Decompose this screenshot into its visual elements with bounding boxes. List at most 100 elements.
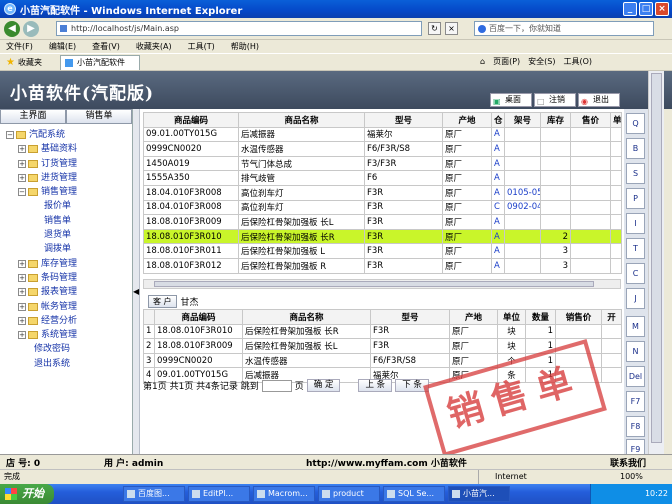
refresh-icon[interactable]: ↻ (428, 22, 441, 35)
forward-button[interactable]: ▶ (23, 20, 39, 37)
col-code[interactable]: 商品编码 (154, 309, 243, 325)
col-name[interactable]: 商品名称 (238, 112, 365, 128)
prev-button[interactable]: 上 条 (358, 379, 393, 392)
close-button[interactable]: × (655, 2, 669, 16)
tool-page[interactable]: 页面(P) (493, 56, 520, 67)
col-unit[interactable]: 单位 (497, 309, 526, 325)
table-row[interactable]: 1450A019 节气门体总成 F3/F3R 原厂 A (143, 155, 622, 172)
col-name[interactable]: 商品名称 (242, 309, 371, 325)
sidebar-item-basic[interactable]: 基础资料 (41, 142, 77, 156)
tool-safety[interactable]: 安全(S) (528, 56, 555, 67)
col-extra[interactable]: 开 (601, 309, 622, 325)
col-origin[interactable]: 产地 (442, 112, 492, 128)
sidebar-item-sales-order[interactable]: 销售单 (44, 214, 71, 228)
shortcut-key[interactable]: N (626, 341, 645, 362)
sidebar-item-system[interactable]: 系统管理 (41, 328, 77, 342)
col-code[interactable]: 商品编码 (143, 112, 239, 128)
taskbar-item[interactable]: 百度图... (123, 486, 185, 502)
sidebar-item-exit[interactable]: 退出系统 (34, 357, 70, 371)
minimize-button[interactable]: _ (623, 2, 637, 16)
col-origin[interactable]: 产地 (449, 309, 498, 325)
col-model[interactable]: 型号 (364, 112, 443, 128)
sidebar-item-transfer[interactable]: 调拨单 (44, 242, 71, 256)
scrollbar-thumb[interactable] (154, 281, 594, 287)
contact-link[interactable]: 联系我们 (610, 456, 646, 469)
shortcut-key[interactable]: J (626, 288, 645, 309)
table-row[interactable]: 18.04.010F3R008 高位刹车灯 F3R 原厂 C 0902-04 (143, 199, 622, 216)
tab-sales-order[interactable]: 销售单 (66, 109, 132, 124)
col-sale-price[interactable]: 销售价 (555, 309, 602, 325)
menu-favorites[interactable]: 收藏夹(A) (136, 41, 172, 52)
confirm-button[interactable]: 确 定 (306, 379, 341, 392)
table-row[interactable]: 0999CN0020 水温传感器 F6/F3R/S8 原厂 A (143, 141, 622, 157)
search-input[interactable]: 百度一下，你就知道 (474, 21, 654, 36)
horizontal-scrollbar[interactable] (143, 279, 621, 289)
shortcut-key[interactable]: C (626, 263, 645, 284)
zoom-level[interactable]: 100% (606, 470, 643, 484)
expand-icon[interactable]: + (18, 174, 26, 183)
start-button[interactable]: 开始 (0, 484, 54, 504)
vscroll-thumb[interactable] (651, 73, 662, 443)
page-jump-input[interactable] (261, 379, 292, 392)
shortcut-key[interactable]: S (626, 163, 645, 184)
expand-icon[interactable]: + (18, 145, 26, 154)
shortcut-key[interactable]: F7 (626, 391, 645, 412)
tree-root[interactable]: 汽配系统 (29, 128, 65, 142)
shortcut-key[interactable]: I (626, 213, 645, 234)
expand-icon[interactable]: + (18, 259, 26, 268)
taskbar-item[interactable]: Macrom... (253, 486, 315, 502)
collapse-arrow-icon[interactable]: ◀ (133, 287, 139, 296)
collapse-icon[interactable]: − (6, 131, 14, 140)
sidebar-splitter[interactable]: ◀ (133, 109, 140, 454)
sidebar-item-return[interactable]: 退货单 (44, 228, 71, 242)
expand-icon[interactable]: + (18, 288, 26, 297)
customer-button[interactable]: 客 户 (148, 295, 177, 308)
vertical-scrollbar[interactable] (648, 71, 664, 454)
col-unit[interactable]: 单 (610, 112, 622, 128)
shortcut-key[interactable]: M (626, 316, 645, 337)
table-row[interactable]: 1555A350 排气歧管 F6 原厂 A (143, 170, 622, 186)
sidebar-item-quote[interactable]: 报价单 (44, 199, 71, 213)
shortcut-key[interactable]: Del (626, 366, 645, 387)
site-link[interactable]: http://www.myffam.com 小苗软件 (306, 456, 467, 469)
menu-file[interactable]: 文件(F) (6, 41, 33, 52)
taskbar-item[interactable]: product (318, 486, 380, 502)
taskbar-item[interactable]: 小苗汽... (448, 486, 510, 502)
table-row[interactable]: 18.08.010F3R011 后保险杠骨架加强板 L F3R 原厂 A 3 (143, 243, 622, 259)
sidebar-item-stock[interactable]: 库存管理 (41, 257, 77, 271)
maximize-button[interactable]: □ (639, 2, 653, 16)
stop-icon[interactable]: × (445, 22, 458, 35)
sidebar-item-analysis[interactable]: 经营分析 (41, 314, 77, 328)
col-shelf[interactable]: 架号 (504, 112, 541, 128)
menu-tools[interactable]: 工具(T) (188, 41, 215, 52)
sidebar-item-order[interactable]: 订货管理 (41, 157, 77, 171)
back-button[interactable]: ◀ (4, 20, 20, 37)
taskbar-item[interactable]: SQL Se... (383, 486, 445, 502)
col-model[interactable]: 型号 (370, 309, 450, 325)
sidebar-item-accounts[interactable]: 帐务管理 (41, 300, 77, 314)
exit-button[interactable]: ◉ 退出 (578, 93, 620, 107)
menu-edit[interactable]: 编辑(E) (49, 41, 76, 52)
sidebar-item-report[interactable]: 报表管理 (41, 285, 77, 299)
sidebar-item-purchase[interactable]: 进货管理 (41, 171, 77, 185)
shortcut-key[interactable]: T (626, 238, 645, 259)
table-row[interactable]: 1 18.08.010F3R010 后保险杠骨架加强板 长R F3R 原厂块 1 (143, 323, 622, 340)
expand-icon[interactable]: + (18, 317, 26, 325)
expand-icon[interactable]: + (18, 274, 26, 283)
col-price[interactable]: 售价 (570, 112, 611, 128)
menu-view[interactable]: 查看(V) (92, 41, 120, 52)
table-row[interactable]: 09.01.00TY015G 后减振器 福莱尔 原厂 A (143, 126, 622, 143)
tool-tools[interactable]: 工具(O) (563, 56, 592, 67)
table-row[interactable]: 18.08.010F3R009 后保险杠骨架加强板 长L F3R 原厂 A (143, 214, 622, 230)
menu-help[interactable]: 帮助(H) (231, 41, 259, 52)
expand-icon[interactable]: + (18, 159, 26, 168)
col-stock[interactable]: 库存 (540, 112, 571, 128)
shortcut-key[interactable]: P (626, 188, 645, 209)
col-qty[interactable]: 数量 (525, 309, 556, 325)
address-input[interactable]: http://localhost/js/Main.asp (56, 21, 422, 36)
expand-icon[interactable]: + (18, 302, 26, 311)
tab-main[interactable]: 主界面 (0, 109, 66, 124)
logout-button[interactable]: □ 注销 (534, 93, 576, 107)
expand-icon[interactable]: + (18, 331, 26, 340)
desktop-button[interactable]: ▣ 桌面 (490, 93, 532, 107)
